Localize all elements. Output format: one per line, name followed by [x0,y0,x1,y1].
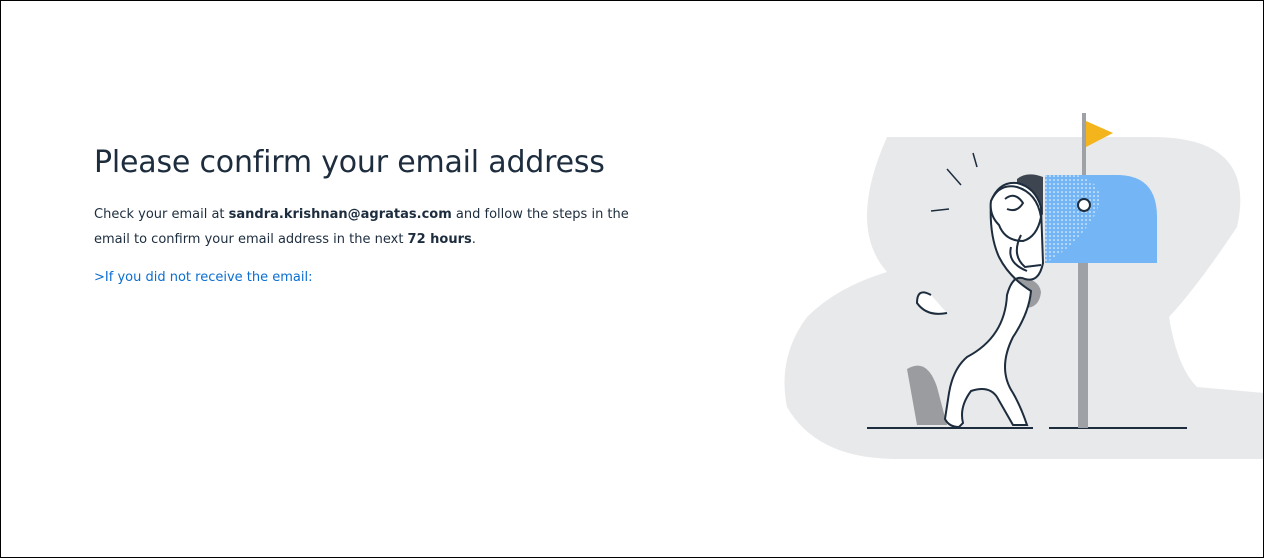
mailbox-post [1078,257,1088,428]
chevron-right-icon: > [94,270,105,285]
dog-mailbox-illustration [784,113,1263,459]
email-not-received-label: If you did not receive the email: [104,270,313,285]
page-title: Please confirm your email address [94,145,605,180]
message-suffix: . [471,232,476,247]
deadline: 72 hours [407,232,472,247]
email-address: sandra.krishnan@agratas.com [228,207,452,222]
page-frame: Please confirm your email address Check … [0,0,1264,558]
email-not-received-link[interactable]: >If you did not receive the email: [94,268,312,288]
message-prefix: Check your email at [94,207,229,222]
confirmation-panel: Please confirm your email address Check … [94,141,654,288]
confirmation-message: Check your email at sandra.krishnan@agra… [94,202,654,252]
flag-pivot [1077,198,1091,212]
